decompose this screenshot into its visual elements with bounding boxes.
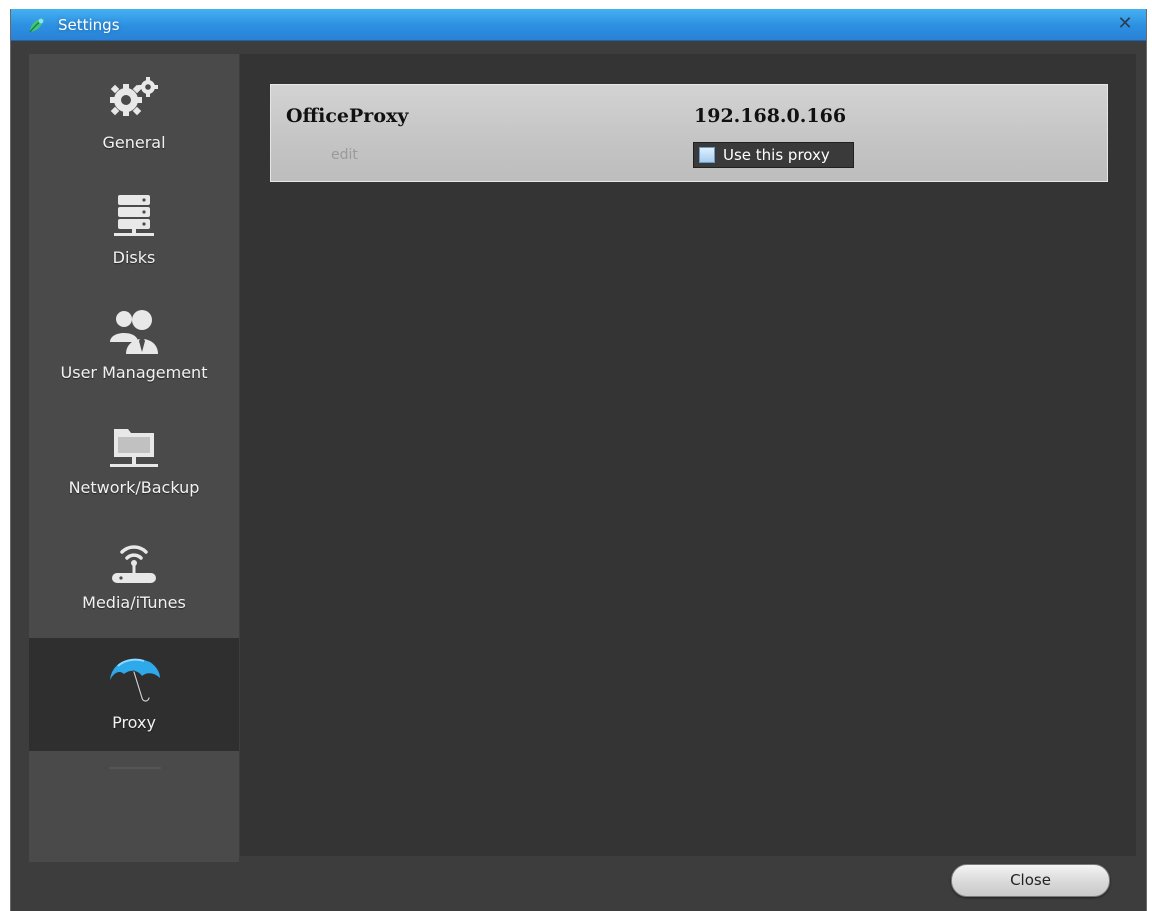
proxy-row[interactable]: OfficeProxy edit 192.168.0.166 Use this … bbox=[270, 84, 1108, 182]
sidebar-item-label: Proxy bbox=[112, 713, 156, 732]
sidebar-item-label: General bbox=[102, 133, 166, 152]
proxy-name: OfficeProxy bbox=[286, 105, 409, 127]
proxy-list-panel: OfficeProxy edit 192.168.0.166 Use this … bbox=[240, 54, 1136, 856]
settings-window: Settings ✕ General Disks User Management… bbox=[10, 9, 1147, 911]
sidebar-item-label: Media/iTunes bbox=[82, 593, 186, 612]
sidebar-item-proxy[interactable]: Proxy bbox=[29, 638, 239, 751]
proxy-address: 192.168.0.166 bbox=[694, 105, 847, 127]
close-button[interactable]: Close bbox=[951, 864, 1110, 897]
sidebar-item-label: User Management bbox=[60, 363, 208, 382]
server-stack-icon bbox=[29, 193, 239, 246]
close-icon[interactable]: ✕ bbox=[1114, 13, 1136, 35]
sidebar-item-label: Network/Backup bbox=[68, 478, 200, 497]
users-icon bbox=[29, 308, 239, 359]
app-icon bbox=[28, 16, 46, 34]
sidebar-item-general[interactable]: General bbox=[29, 54, 239, 169]
checkbox-box[interactable] bbox=[699, 147, 715, 163]
use-proxy-label: Use this proxy bbox=[723, 146, 830, 164]
window-title: Settings bbox=[58, 16, 120, 34]
sidebar-item-network-backup[interactable]: Network/Backup bbox=[29, 399, 239, 514]
network-folder-icon bbox=[29, 423, 239, 476]
sidebar-item-media-itunes[interactable]: Media/iTunes bbox=[29, 514, 239, 629]
edit-link[interactable]: edit bbox=[331, 147, 358, 163]
sidebar-item-disks[interactable]: Disks bbox=[29, 169, 239, 284]
sidebar-divider bbox=[109, 767, 161, 769]
umbrella-icon bbox=[29, 652, 239, 715]
title-bar[interactable]: Settings ✕ bbox=[11, 9, 1146, 41]
sidebar-item-user-management[interactable]: User Management bbox=[29, 284, 239, 399]
use-proxy-checkbox[interactable]: Use this proxy bbox=[693, 142, 854, 168]
gears-icon bbox=[29, 76, 239, 125]
settings-sidebar: General Disks User Management Network/Ba… bbox=[29, 54, 239, 862]
wireless-router-icon bbox=[29, 538, 239, 591]
sidebar-item-label: Disks bbox=[112, 248, 156, 267]
